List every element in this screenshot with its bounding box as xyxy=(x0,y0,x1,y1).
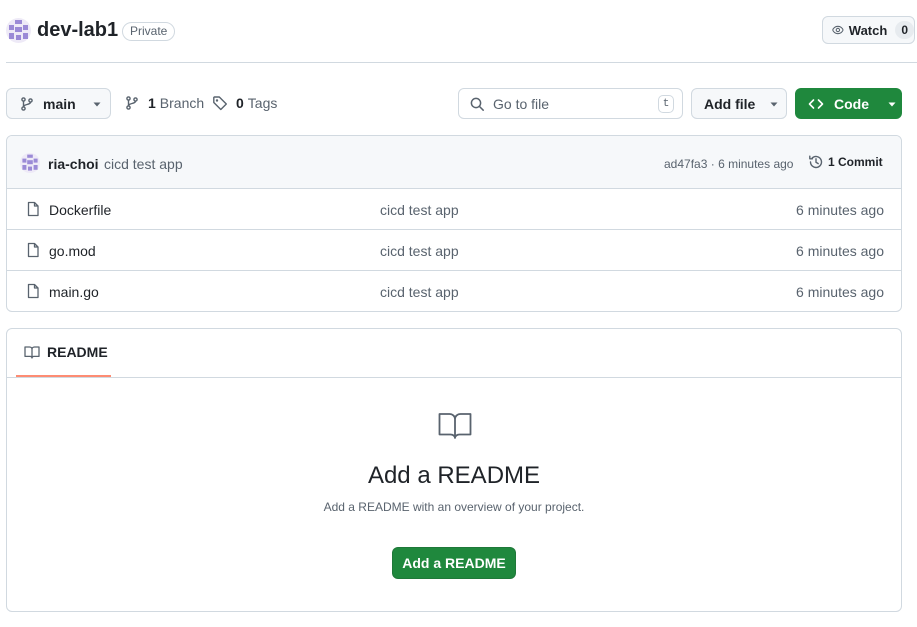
file-row[interactable]: go.mod cicd test app 6 minutes ago xyxy=(7,230,901,271)
repo-avatar-icon xyxy=(6,18,31,43)
file-icon xyxy=(27,201,39,217)
add-file-button[interactable]: Add file xyxy=(691,88,787,119)
file-name-link[interactable]: go.mod xyxy=(49,243,96,259)
repo-owner-avatar[interactable] xyxy=(6,18,31,43)
go-to-file-search[interactable]: t xyxy=(458,88,683,119)
branch-selector-button[interactable]: main xyxy=(6,88,111,119)
code-icon xyxy=(808,98,824,109)
git-branch-icon xyxy=(21,96,33,111)
eye-icon xyxy=(832,25,844,35)
caret-down-icon xyxy=(770,102,778,106)
file-row[interactable]: main.go cicd test app 6 minutes ago xyxy=(7,271,901,311)
file-browser: ria-choi cicd test app ad47fa3 · 6 minut… xyxy=(6,135,902,312)
branch-name: main xyxy=(43,95,76,112)
file-icon xyxy=(27,283,39,299)
branches-link[interactable]: 1 Branch xyxy=(124,95,204,111)
author-avatar-icon[interactable] xyxy=(20,153,40,173)
code-label: Code xyxy=(834,95,869,112)
book-icon xyxy=(438,413,472,439)
caret-down-icon xyxy=(888,102,896,106)
commit-meta-separator: · xyxy=(710,157,715,171)
file-commit-time: 6 minutes ago xyxy=(796,284,884,300)
keyboard-shortcut-hint: t xyxy=(658,95,674,113)
header-divider xyxy=(6,62,917,63)
code-button[interactable]: Code xyxy=(795,88,902,119)
watch-count-badge: 0 xyxy=(895,21,914,39)
search-icon xyxy=(470,97,484,111)
tags-link[interactable]: 0 Tags xyxy=(212,95,277,111)
file-commit-time: 6 minutes ago xyxy=(796,243,884,259)
latest-commit-bar: ria-choi cicd test app ad47fa3 · 6 minut… xyxy=(7,136,901,189)
tag-icon xyxy=(213,96,227,111)
repo-name-link[interactable]: dev-lab1 xyxy=(37,19,118,42)
go-to-file-input[interactable] xyxy=(491,94,651,113)
branches-count: 1 xyxy=(148,95,156,111)
book-icon xyxy=(24,346,40,359)
readme-panel: README Add a README Add a README with an… xyxy=(6,328,902,612)
branches-label: Branch xyxy=(159,95,205,111)
commit-meta: ad47fa3 · 6 minutes ago xyxy=(664,157,793,171)
git-branch-icon xyxy=(126,96,138,110)
commit-count-label: 1 Commit xyxy=(828,155,883,169)
commit-sha-link[interactable]: ad47fa3 xyxy=(664,157,707,171)
visibility-badge: Private xyxy=(122,22,176,41)
file-icon xyxy=(27,242,39,258)
commit-message-link[interactable]: cicd test app xyxy=(104,156,183,172)
commit-time: 6 minutes ago xyxy=(718,157,794,171)
readme-tab-label: README xyxy=(47,344,108,360)
file-name-link[interactable]: Dockerfile xyxy=(49,202,111,218)
file-commit-message-link[interactable]: cicd test app xyxy=(380,243,459,259)
add-readme-button[interactable]: Add a README xyxy=(392,547,516,579)
watch-label: Watch xyxy=(848,22,888,38)
empty-readme-title: Add a README xyxy=(367,462,541,489)
tags-label: Tags xyxy=(247,95,278,111)
readme-divider xyxy=(7,377,901,378)
empty-readme-description: Add a README with an overview of your pr… xyxy=(323,500,585,514)
file-row[interactable]: Dockerfile cicd test app 6 minutes ago xyxy=(7,189,901,230)
file-commit-message-link[interactable]: cicd test app xyxy=(380,284,459,300)
file-commit-message-link[interactable]: cicd test app xyxy=(380,202,459,218)
watch-button[interactable]: Watch 0 xyxy=(822,16,915,44)
add-file-label: Add file xyxy=(704,95,756,112)
commits-history-link[interactable]: 1 Commit xyxy=(808,154,883,170)
file-commit-time: 6 minutes ago xyxy=(796,202,884,218)
history-icon xyxy=(809,155,823,169)
caret-down-icon xyxy=(93,102,101,106)
tab-readme[interactable]: README xyxy=(16,329,111,377)
file-name-link[interactable]: main.go xyxy=(49,284,99,300)
commit-author-link[interactable]: ria-choi xyxy=(48,156,99,172)
tags-count: 0 xyxy=(236,95,244,111)
